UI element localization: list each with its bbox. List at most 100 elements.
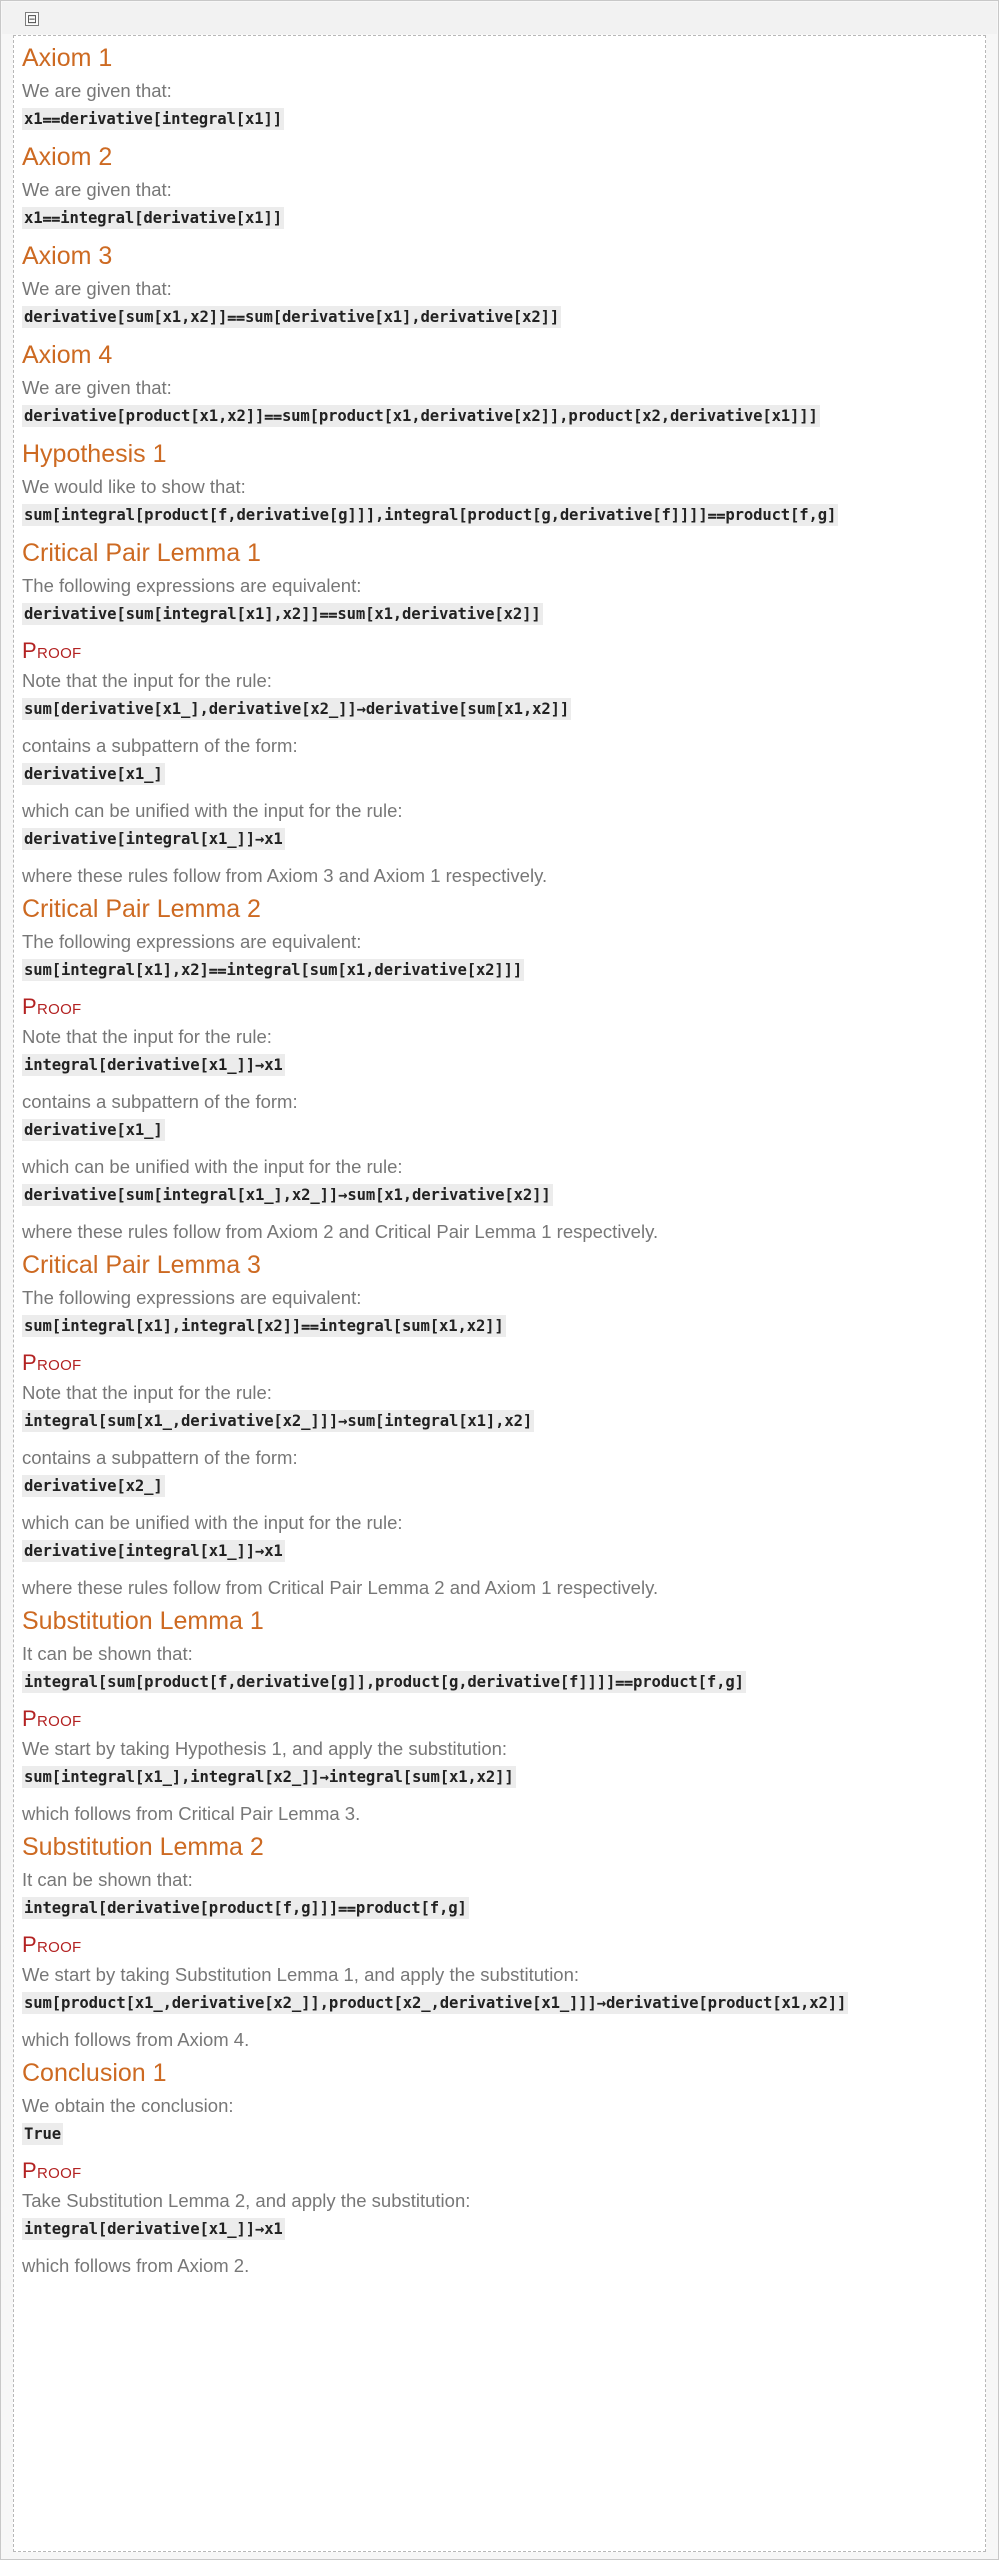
section-hypothesis-1: Hypothesis 1 We would like to show that: s… xyxy=(22,438,982,537)
proof-heading: Proof xyxy=(22,1350,82,1375)
proof-text: Take Substitution Lemma 2, and apply the… xyxy=(22,2190,471,2211)
proof-text: which follows from Axiom 2. xyxy=(22,2255,250,2276)
rule-expression: sum[derivative[x1_],derivative[x2_]]→der… xyxy=(22,698,572,720)
proof-text: which can be unified with the input for … xyxy=(22,1512,403,1533)
proof-text: which can be unified with the input for … xyxy=(22,1156,403,1177)
section-intro: We would like to show that: xyxy=(22,476,246,497)
section-intro: The following expressions are equivalent… xyxy=(22,575,362,596)
proof-text: where these rules follow from Axiom 3 an… xyxy=(22,865,548,886)
section-conclusion-1: Conclusion 1 We obtain the conclusion: Tru… xyxy=(22,2057,982,2283)
expression: x1⩵derivative[integral[x1]] xyxy=(22,108,284,130)
rule-expression: derivative[x1_] xyxy=(22,1119,165,1141)
toolbar: ⊟ xyxy=(2,2,997,34)
rule-expression: integral[sum[x1_,derivative[x2_]]]→sum[i… xyxy=(22,1410,535,1432)
rule-row: integral[sum[x1_,derivative[x2_]]]→sum[i… xyxy=(22,1410,982,1443)
expression: sum[integral[x1],x2]⩵integral[sum[x1,der… xyxy=(22,959,525,981)
toggle-glyph: ⊟ xyxy=(26,12,38,26)
rule-row: derivative[x2_] xyxy=(22,1475,982,1508)
section-heading: Axiom 3 xyxy=(22,242,113,270)
expression-row: x1⩵integral[derivative[x1]] xyxy=(22,207,982,240)
rule-row: integral[derivative[x1_]]→x1 xyxy=(22,1054,982,1087)
notebook-window: ⊟ Axiom 1 We are given that: x1⩵derivative… xyxy=(0,0,999,2560)
rule-expression: derivative[integral[x1_]]→x1 xyxy=(22,828,285,850)
proof-text: We start by taking Hypothesis 1, and app… xyxy=(22,1738,508,1759)
section-intro: The following expressions are equivalent… xyxy=(22,931,362,952)
rule-expression: derivative[x2_] xyxy=(22,1475,165,1497)
section-heading: Hypothesis 1 xyxy=(22,440,167,468)
section-axiom-3: Axiom 3 We are given that: derivative[sum[… xyxy=(22,240,982,339)
rule-row: derivative[x1_] xyxy=(22,1119,982,1152)
expression: sum[integral[product[f,derivative[g]]],i… xyxy=(22,504,839,526)
expression: x1⩵integral[derivative[x1]] xyxy=(22,207,284,229)
section-heading: Conclusion 1 xyxy=(22,2059,167,2087)
section-intro: We are given that: xyxy=(22,278,172,299)
section-heading: Axiom 2 xyxy=(22,143,113,171)
rule-expression: derivative[integral[x1_]]→x1 xyxy=(22,1540,285,1562)
section-axiom-2: Axiom 2 We are given that: x1⩵integral[der… xyxy=(22,141,982,240)
section-heading: Substitution Lemma 2 xyxy=(22,1833,264,1861)
expression-row: x1⩵derivative[integral[x1]] xyxy=(22,108,982,141)
section-heading: Critical Pair Lemma 2 xyxy=(22,895,261,923)
proof-text: which follows from Critical Pair Lemma 3… xyxy=(22,1803,361,1824)
expression-row: sum[integral[x1],x2]⩵integral[sum[x1,der… xyxy=(22,959,982,992)
rule-row: sum[integral[x1_],integral[x2_]]→integra… xyxy=(22,1766,982,1799)
expression: integral[sum[product[f,derivative[g]],pr… xyxy=(22,1671,746,1693)
proof-heading: Proof xyxy=(22,1706,82,1731)
proof-text: which follows from Axiom 4. xyxy=(22,2029,250,2050)
expression: sum[integral[x1],integral[x2]]⩵integral[… xyxy=(22,1315,506,1337)
section-critical-pair-lemma-2: Critical Pair Lemma 2 The following expre… xyxy=(22,893,982,1249)
section-heading: Axiom 1 xyxy=(22,44,113,72)
rule-row: derivative[sum[integral[x1_],x2_]]→sum[x… xyxy=(22,1184,982,1217)
section-heading: Critical Pair Lemma 1 xyxy=(22,539,261,567)
expression-row: derivative[sum[x1,x2]]⩵sum[derivative[x1… xyxy=(22,306,982,339)
section-intro: We are given that: xyxy=(22,80,172,101)
expression: True xyxy=(22,2123,63,2145)
rule-expression: integral[derivative[x1_]]→x1 xyxy=(22,1054,285,1076)
rule-row: integral[derivative[x1_]]→x1 xyxy=(22,2218,982,2251)
section-intro: We obtain the conclusion: xyxy=(22,2095,234,2116)
section-heading: Axiom 4 xyxy=(22,341,113,369)
cell-bracket-toggle-icon[interactable]: ⊟ xyxy=(25,12,39,26)
rule-row: derivative[integral[x1_]]→x1 xyxy=(22,1540,982,1573)
expression: integral[derivative[product[f,g]]]⩵produ… xyxy=(22,1897,469,1919)
proof-text: contains a subpattern of the form: xyxy=(22,1091,298,1112)
expression-row: True xyxy=(22,2123,982,2156)
expression-row: integral[derivative[product[f,g]]]⩵produ… xyxy=(22,1897,982,1930)
proof-text: We start by taking Substitution Lemma 1,… xyxy=(22,1964,580,1985)
expression: derivative[sum[integral[x1],x2]]⩵sum[x1,… xyxy=(22,603,543,625)
proof-text: Note that the input for the rule: xyxy=(22,1026,272,1047)
rule-row: derivative[integral[x1_]]→x1 xyxy=(22,828,982,861)
section-critical-pair-lemma-3: Critical Pair Lemma 3 The following expre… xyxy=(22,1249,982,1605)
proof-text: Note that the input for the rule: xyxy=(22,1382,272,1403)
proof-text: Note that the input for the rule: xyxy=(22,670,272,691)
section-intro: The following expressions are equivalent… xyxy=(22,1287,362,1308)
section-substitution-lemma-1: Substitution Lemma 1 It can be shown that… xyxy=(22,1605,982,1831)
proof-output-panel: Axiom 1 We are given that: x1⩵derivative[i… xyxy=(13,35,986,2552)
expression-row: sum[integral[product[f,derivative[g]]],i… xyxy=(22,504,982,537)
section-axiom-4: Axiom 4 We are given that: derivative[prod… xyxy=(22,339,982,438)
section-intro: It can be shown that: xyxy=(22,1643,193,1664)
proof-heading: Proof xyxy=(22,994,82,1019)
proof-heading: Proof xyxy=(22,638,82,663)
proof-text: contains a subpattern of the form: xyxy=(22,1447,298,1468)
rule-row: derivative[x1_] xyxy=(22,763,982,796)
expression-row: derivative[sum[integral[x1],x2]]⩵sum[x1,… xyxy=(22,603,982,636)
proof-heading: Proof xyxy=(22,1932,82,1957)
expression-row: sum[integral[x1],integral[x2]]⩵integral[… xyxy=(22,1315,982,1348)
rule-expression: derivative[x1_] xyxy=(22,763,165,785)
proof-text: contains a subpattern of the form: xyxy=(22,735,298,756)
proof-content: Axiom 1 We are given that: x1⩵derivative[i… xyxy=(22,42,982,2283)
rule-row: sum[derivative[x1_],derivative[x2_]]→der… xyxy=(22,698,982,731)
proof-heading: Proof xyxy=(22,2158,82,2183)
section-critical-pair-lemma-1: Critical Pair Lemma 1 The following expre… xyxy=(22,537,982,893)
proof-text: which can be unified with the input for … xyxy=(22,800,403,821)
section-intro: It can be shown that: xyxy=(22,1869,193,1890)
rule-expression: integral[derivative[x1_]]→x1 xyxy=(22,2218,285,2240)
proof-text: where these rules follow from Critical P… xyxy=(22,1577,659,1598)
expression: derivative[product[x1,x2]]⩵sum[product[x… xyxy=(22,405,820,427)
section-substitution-lemma-2: Substitution Lemma 2 It can be shown that… xyxy=(22,1831,982,2057)
rule-row: sum[product[x1_,derivative[x2_]],product… xyxy=(22,1992,982,2025)
section-heading: Substitution Lemma 1 xyxy=(22,1607,264,1635)
expression: derivative[sum[x1,x2]]⩵sum[derivative[x1… xyxy=(22,306,562,328)
expression-row: integral[sum[product[f,derivative[g]],pr… xyxy=(22,1671,982,1704)
